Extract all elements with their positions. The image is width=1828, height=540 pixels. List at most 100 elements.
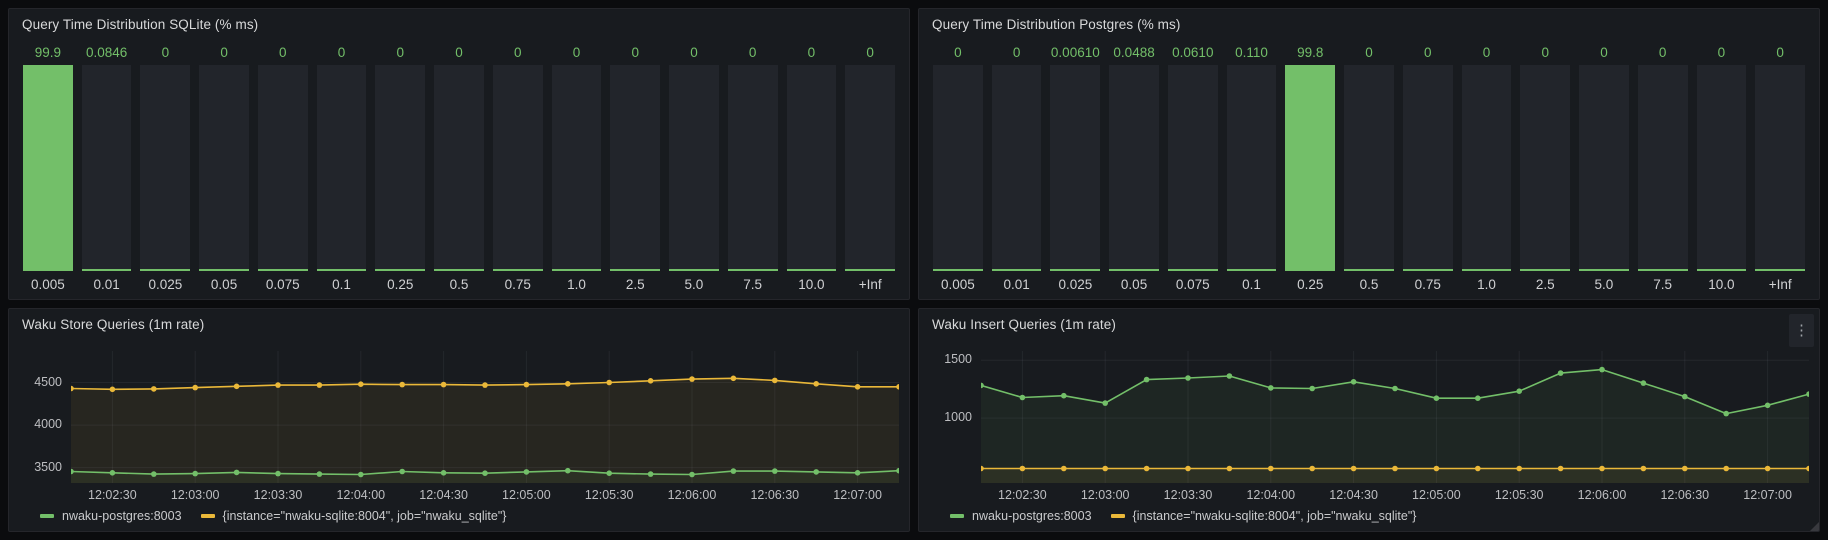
panel-header: Query Time Distribution Postgres (% ms) bbox=[919, 9, 1819, 39]
bar-value-label: 0 bbox=[1403, 45, 1453, 60]
x-axis-label: 12:03:30 bbox=[254, 488, 303, 502]
bar-fill bbox=[1050, 269, 1100, 271]
x-axis-label: 12:02:30 bbox=[88, 488, 137, 502]
bar-fill bbox=[1285, 65, 1335, 271]
legend-label: {instance="nwaku-sqlite:8004", job="nwak… bbox=[1133, 509, 1417, 523]
legend-label: nwaku-postgres:8003 bbox=[972, 509, 1092, 523]
bar-fill bbox=[258, 269, 308, 271]
legend-item[interactable]: nwaku-postgres:8003 bbox=[950, 509, 1092, 523]
y-axis-label: 3500 bbox=[34, 460, 62, 475]
bar-track bbox=[258, 65, 308, 271]
legend-color-swatch bbox=[201, 514, 215, 518]
panel-sqlite-distribution: Query Time Distribution SQLite (% ms) 99… bbox=[8, 8, 910, 300]
bar-fill bbox=[1344, 269, 1394, 271]
panel-title[interactable]: Query Time Distribution SQLite (% ms) bbox=[22, 17, 258, 32]
bar-value-label: 0 bbox=[1697, 45, 1747, 60]
bar-track bbox=[1403, 65, 1453, 271]
x-axis-label: 12:04:30 bbox=[1329, 488, 1378, 502]
bar-category-label: 0.05 bbox=[1109, 277, 1159, 292]
bar-fill bbox=[434, 269, 484, 271]
bar-fill bbox=[1755, 269, 1805, 271]
bar-category-label: 0.01 bbox=[992, 277, 1042, 292]
y-axis-label: 4000 bbox=[34, 417, 62, 432]
x-axis-label: 12:04:30 bbox=[419, 488, 468, 502]
bar-track bbox=[434, 65, 484, 271]
bar-category-label: 0.5 bbox=[434, 277, 484, 292]
bar-category-label: 0.5 bbox=[1344, 277, 1394, 292]
x-axis-label: 12:04:00 bbox=[1246, 488, 1295, 502]
x-axis-label: 12:03:30 bbox=[1164, 488, 1213, 502]
bar-category-label: 0.75 bbox=[493, 277, 543, 292]
bar-value-label: 0 bbox=[1579, 45, 1629, 60]
bar-value-label: 0.00610 bbox=[1050, 45, 1100, 60]
x-axis-row: 12:02:30 12:03:00 12:03:30 12:04:00 12:04:30… bbox=[981, 483, 1809, 504]
bar-category-label: 0.005 bbox=[23, 277, 73, 292]
time-series-body: 350040004500 12:02:3012:03:0012:03:3012:… bbox=[9, 339, 909, 531]
bar-category-label: 2.5 bbox=[1520, 277, 1570, 292]
bar-track bbox=[317, 65, 367, 271]
bar-category-label: 1.0 bbox=[552, 277, 602, 292]
bar-categories-row: 0.0050.010.0250.050.0750.10.250.50.751.0… bbox=[23, 271, 895, 295]
bar-track bbox=[375, 65, 425, 271]
bar-fill bbox=[992, 269, 1042, 271]
x-axis-label: 12:02:30 bbox=[998, 488, 1047, 502]
panel-title[interactable]: Query Time Distribution Postgres (% ms) bbox=[932, 17, 1180, 32]
bar-value-label: 0 bbox=[1755, 45, 1805, 60]
bar-fill bbox=[1227, 269, 1277, 271]
bar-value-label: 99.9 bbox=[23, 45, 73, 60]
bar-fill bbox=[1168, 269, 1218, 271]
legend-item[interactable]: {instance="nwaku-sqlite:8004", job="nwak… bbox=[201, 509, 507, 523]
bar-fill bbox=[669, 269, 719, 271]
bar-track bbox=[1755, 65, 1805, 271]
panel-title[interactable]: Waku Insert Queries (1m rate) bbox=[932, 317, 1116, 332]
x-axis-label: 12:06:30 bbox=[750, 488, 799, 502]
panel-store-queries: Waku Store Queries (1m rate) 35004000450… bbox=[8, 308, 910, 532]
bar-fill bbox=[845, 269, 895, 271]
panel-resize-handle[interactable] bbox=[1810, 522, 1819, 531]
bar-track bbox=[933, 65, 983, 271]
x-axis-label: 12:06:30 bbox=[1660, 488, 1709, 502]
panel-header: Waku Store Queries (1m rate) bbox=[9, 309, 909, 339]
bar-value-label: 0 bbox=[1462, 45, 1512, 60]
bar-value-label: 99.8 bbox=[1285, 45, 1335, 60]
bar-category-label: 7.5 bbox=[1638, 277, 1688, 292]
bar-category-label: 2.5 bbox=[610, 277, 660, 292]
legend-label: {instance="nwaku-sqlite:8004", job="nwak… bbox=[223, 509, 507, 523]
bar-value-label: 0 bbox=[1344, 45, 1394, 60]
bar-track bbox=[1227, 65, 1277, 271]
panel-insert-queries: Waku Insert Queries (1m rate) ⋮ 10001500… bbox=[918, 308, 1820, 532]
bar-value-label: 0 bbox=[199, 45, 249, 60]
x-axis-row: 12:02:3012:03:0012:03:3012:04:0012:04:30… bbox=[71, 483, 899, 504]
x-axis-label: 12:03:00 bbox=[1081, 488, 1130, 502]
y-axis-label: 1000 bbox=[944, 410, 972, 425]
panel-menu-button[interactable]: ⋮ bbox=[1789, 314, 1814, 347]
bar-category-label: 0.25 bbox=[375, 277, 425, 292]
bar-track bbox=[493, 65, 543, 271]
bar-track bbox=[1168, 65, 1218, 271]
legend-color-swatch bbox=[950, 514, 964, 518]
bar-fill bbox=[1403, 269, 1453, 271]
bar-category-label: 10.0 bbox=[787, 277, 837, 292]
x-axis-label: 12:05:30 bbox=[1495, 488, 1544, 502]
panel-title[interactable]: Waku Store Queries (1m rate) bbox=[22, 317, 204, 332]
time-series-plot[interactable] bbox=[981, 351, 1809, 483]
bar-value-label: 0 bbox=[1520, 45, 1570, 60]
time-series-plot[interactable] bbox=[71, 351, 899, 483]
bar-category-label: 0.1 bbox=[317, 277, 367, 292]
x-axis-label: 12:06:00 bbox=[668, 488, 717, 502]
legend-item[interactable]: nwaku-postgres:8003 bbox=[40, 509, 182, 523]
legend: nwaku-postgres:8003 {instance="nwaku-sqli… bbox=[929, 504, 1809, 527]
bar-fill bbox=[493, 269, 543, 271]
panel-header: Query Time Distribution SQLite (% ms) bbox=[9, 9, 909, 39]
bar-category-label: 0.05 bbox=[199, 277, 249, 292]
bar-track bbox=[1638, 65, 1688, 271]
bar-track bbox=[199, 65, 249, 271]
bar-value-label: 0 bbox=[669, 45, 719, 60]
grafana-dashboard: Query Time Distribution SQLite (% ms) 99… bbox=[0, 0, 1828, 540]
bar-fill bbox=[552, 269, 602, 271]
bar-value-label: 0 bbox=[258, 45, 308, 60]
bar-fill bbox=[1638, 269, 1688, 271]
bar-value-label: 0 bbox=[845, 45, 895, 60]
legend-item[interactable]: {instance="nwaku-sqlite:8004", job="nwak… bbox=[1111, 509, 1417, 523]
bar-value-label: 0 bbox=[552, 45, 602, 60]
